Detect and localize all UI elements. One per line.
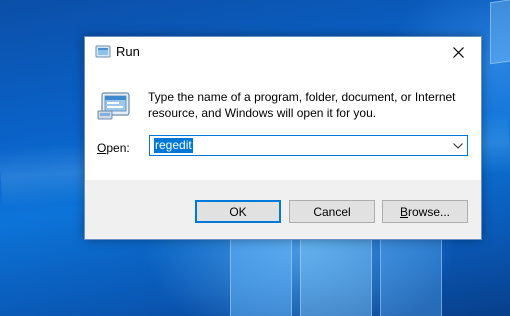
ok-button-label: OK [229,204,247,219]
dropdown-button[interactable] [449,136,467,155]
cancel-button[interactable]: Cancel [289,200,375,223]
open-label: Open: [97,141,130,155]
run-app-icon [95,45,111,59]
open-label-accelerator: O [97,141,107,155]
open-combobox[interactable]: regedit [149,135,468,156]
browse-button-accelerator: B [399,204,408,219]
browse-button[interactable]: Browse... [382,200,468,223]
button-bar: OK Cancel Browse... [85,180,481,239]
ok-button[interactable]: OK [195,200,281,223]
open-label-text: pen: [106,141,130,155]
close-icon [452,46,464,58]
run-app-icon [97,91,131,121]
dialog-content: Type the name of a program, folder, docu… [85,67,481,180]
title-bar[interactable]: Run [85,37,481,67]
run-dialog: Run Type the name of a program, folder, … [84,36,482,240]
wallpaper-window-pane [380,230,442,316]
dialog-description: Type the name of a program, folder, docu… [148,90,456,120]
open-input[interactable]: regedit [154,138,193,153]
cancel-button-label: Cancel [313,204,351,219]
window-title: Run [116,44,140,59]
chevron-down-icon [453,142,463,149]
close-button[interactable] [435,37,481,67]
browse-button-label: rowse... [408,204,451,219]
wallpaper-window-pane [490,0,510,65]
